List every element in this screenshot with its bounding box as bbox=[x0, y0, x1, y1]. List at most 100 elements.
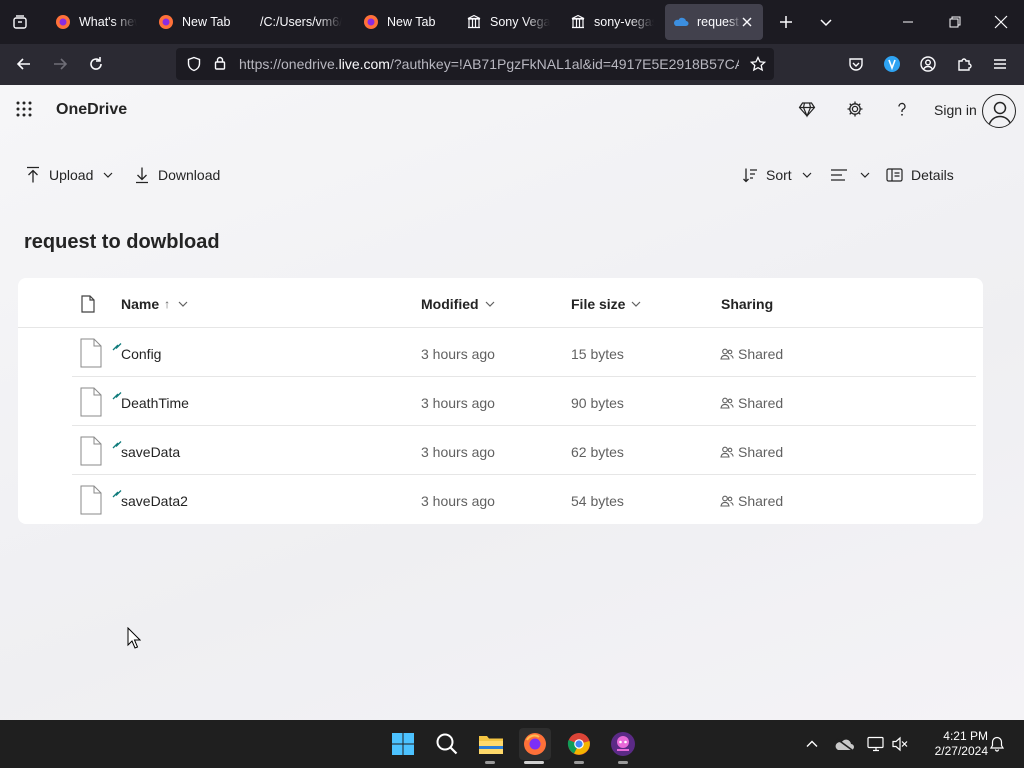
sharing-status[interactable]: Shared bbox=[720, 444, 783, 460]
table-row[interactable]: saveData 3 hours ago 62 bytes Shared bbox=[72, 426, 976, 475]
view-options-button[interactable] bbox=[830, 165, 870, 185]
list-all-tabs-chevron-icon[interactable] bbox=[808, 4, 844, 40]
table-row[interactable]: saveData2 3 hours ago 54 bytes Shared bbox=[72, 475, 976, 524]
file-explorer-icon[interactable] bbox=[475, 728, 507, 760]
download-arrow-icon bbox=[136, 167, 148, 184]
column-header-name[interactable]: Name ↑ bbox=[121, 296, 188, 312]
account-icon[interactable] bbox=[912, 48, 944, 80]
new-tab-plus-icon[interactable] bbox=[768, 4, 804, 40]
browser-tab-local-file[interactable]: /C:/Users/vm6/ bbox=[260, 4, 342, 40]
file-icon bbox=[80, 436, 102, 466]
tab-overview-icon[interactable] bbox=[2, 4, 38, 40]
running-indicator bbox=[574, 761, 584, 764]
chevron-down-icon bbox=[860, 172, 870, 178]
file-icon bbox=[80, 387, 102, 417]
tab-title: New Tab bbox=[182, 15, 231, 29]
windows-taskbar: 4:21 PM 2/27/2024 bbox=[0, 720, 1024, 768]
premium-diamond-icon[interactable] bbox=[795, 97, 819, 121]
pocket-icon[interactable] bbox=[840, 48, 872, 80]
details-panel-icon bbox=[886, 168, 903, 182]
close-window-icon[interactable] bbox=[983, 4, 1019, 40]
bookmark-star-icon[interactable] bbox=[749, 55, 767, 77]
browser-tab-onedrive-active[interactable]: request t bbox=[665, 4, 763, 40]
browser-tab-sony-vegas[interactable]: Sony Vegas bbox=[466, 4, 550, 40]
search-icon[interactable] bbox=[431, 728, 463, 760]
firefox-icon bbox=[158, 14, 174, 30]
tab-title: request t bbox=[697, 15, 741, 29]
system-clock[interactable]: 4:21 PM 2/27/2024 bbox=[916, 729, 988, 759]
table-row[interactable]: Config 3 hours ago 15 bytes Shared bbox=[72, 328, 976, 377]
column-header-modified[interactable]: Modified bbox=[421, 296, 495, 312]
running-indicator bbox=[485, 761, 495, 764]
back-arrow-icon[interactable] bbox=[8, 48, 40, 80]
app-menu-hamburger-icon[interactable] bbox=[984, 48, 1016, 80]
volume-muted-icon[interactable] bbox=[890, 734, 910, 754]
sharing-header-label: Sharing bbox=[721, 296, 774, 312]
sharing-status[interactable]: Shared bbox=[720, 395, 783, 411]
restore-window-icon[interactable] bbox=[937, 4, 973, 40]
upload-button[interactable]: Upload bbox=[25, 165, 121, 185]
lock-icon[interactable] bbox=[212, 55, 228, 76]
minimize-window-icon[interactable] bbox=[890, 4, 926, 40]
chrome-icon[interactable] bbox=[563, 728, 595, 760]
start-icon[interactable] bbox=[387, 728, 419, 760]
notification-bell-icon[interactable] bbox=[987, 734, 1007, 754]
app-launcher-waffle-icon[interactable] bbox=[16, 101, 32, 117]
browser-tab-sony-vegas-2[interactable]: sony-vegas bbox=[570, 4, 654, 40]
file-modified: 3 hours ago bbox=[421, 346, 495, 362]
avatar[interactable] bbox=[982, 94, 1016, 128]
details-label: Details bbox=[911, 167, 954, 183]
file-icon bbox=[80, 338, 102, 368]
people-shared-icon bbox=[720, 348, 734, 360]
network-monitor-icon[interactable] bbox=[866, 734, 886, 754]
url-text[interactable]: https://onedrive.live.com/?authkey=!AB71… bbox=[239, 56, 739, 72]
file-modified: 3 hours ago bbox=[421, 493, 495, 509]
firefox-icon bbox=[363, 14, 379, 30]
file-type-column-icon[interactable] bbox=[81, 295, 95, 318]
file-name[interactable]: Config bbox=[121, 346, 161, 362]
file-size: 15 bytes bbox=[571, 346, 624, 362]
sort-icon bbox=[743, 168, 757, 183]
table-row[interactable]: DeathTime 3 hours ago 90 bytes Shared bbox=[72, 377, 976, 426]
help-question-icon[interactable] bbox=[890, 97, 914, 121]
forward-arrow-icon[interactable] bbox=[44, 48, 76, 80]
firefox-icon[interactable] bbox=[519, 728, 551, 760]
sharing-status[interactable]: Shared bbox=[720, 346, 783, 362]
wikipedia-icon bbox=[466, 14, 482, 30]
file-name[interactable]: DeathTime bbox=[121, 395, 189, 411]
page-title: request to dowbload bbox=[24, 231, 220, 253]
game-app-icon[interactable] bbox=[607, 728, 639, 760]
close-tab-icon[interactable] bbox=[739, 14, 755, 30]
clock-date: 2/27/2024 bbox=[934, 744, 988, 758]
browser-tab-whats-new[interactable]: What's new bbox=[55, 4, 137, 40]
url-bar[interactable]: https://onedrive.live.com/?authkey=!AB71… bbox=[176, 48, 774, 80]
extension-vpn-icon[interactable] bbox=[876, 48, 908, 80]
column-header-file-size[interactable]: File size bbox=[571, 296, 641, 312]
file-name[interactable]: saveData bbox=[121, 444, 180, 460]
browser-tab-new-tab-2[interactable]: New Tab bbox=[363, 4, 449, 40]
details-button[interactable]: Details bbox=[886, 165, 954, 185]
sort-label: Sort bbox=[766, 167, 792, 183]
chevron-down-icon bbox=[485, 301, 494, 307]
sign-in-link[interactable]: Sign in bbox=[934, 102, 977, 118]
sharing-label: Shared bbox=[738, 346, 784, 362]
chevron-up-icon[interactable] bbox=[802, 734, 822, 754]
tracking-protection-shield-icon[interactable] bbox=[186, 56, 202, 77]
sort-button[interactable]: Sort bbox=[742, 165, 820, 185]
reload-icon[interactable] bbox=[80, 48, 112, 80]
browser-tab-new-tab-1[interactable]: New Tab bbox=[158, 4, 244, 40]
column-header-sharing[interactable]: Sharing bbox=[721, 296, 773, 312]
download-button[interactable]: Download bbox=[134, 165, 220, 185]
clock-time: 4:21 PM bbox=[943, 729, 988, 743]
file-size: 54 bytes bbox=[571, 493, 624, 509]
file-name[interactable]: saveData2 bbox=[121, 493, 188, 509]
file-modified: 3 hours ago bbox=[421, 395, 495, 411]
sharing-status[interactable]: Shared bbox=[720, 493, 783, 509]
app-brand-name[interactable]: OneDrive bbox=[56, 101, 127, 119]
onedrive-tray-icon[interactable] bbox=[835, 734, 855, 754]
firefox-icon bbox=[55, 14, 71, 30]
settings-gear-icon[interactable] bbox=[843, 97, 867, 121]
file-modified: 3 hours ago bbox=[421, 444, 495, 460]
url-path: /?authkey=!AB71PgzFkNAL1al&id=4917E5E291… bbox=[389, 56, 739, 72]
extensions-puzzle-icon[interactable] bbox=[948, 48, 980, 80]
